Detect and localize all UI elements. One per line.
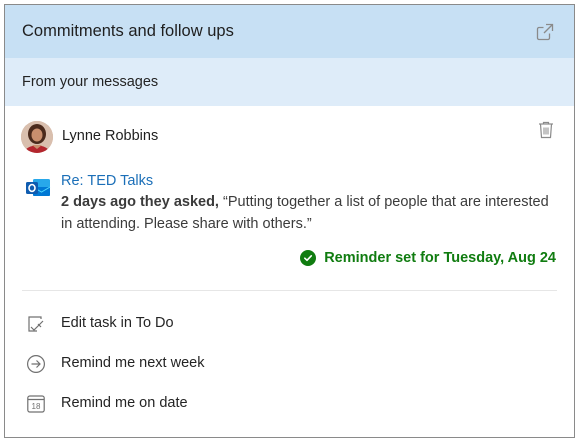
person-row: Lynne Robbins <box>5 119 574 155</box>
outlook-icon <box>25 177 51 199</box>
divider <box>22 290 557 291</box>
person-name: Lynne Robbins <box>62 128 159 144</box>
avatar <box>21 121 53 153</box>
edit-task-icon <box>26 314 46 334</box>
section-title: From your messages <box>22 74 159 90</box>
section-header: From your messages <box>5 58 574 106</box>
card-title: Commitments and follow ups <box>22 22 234 40</box>
message-subject-link[interactable]: Re: TED Talks <box>61 173 153 189</box>
edit-task-label: Edit task in To Do <box>61 315 174 331</box>
message-snippet: 2 days ago they asked, “Putting together… <box>61 192 561 235</box>
reminder-status: Reminder set for Tuesday, Aug 24 <box>300 250 556 266</box>
edit-task-button[interactable]: Edit task in To Do <box>5 310 574 338</box>
calendar-icon: 18 <box>26 394 46 414</box>
message-time: 2 days ago they asked, <box>61 194 219 210</box>
commitments-card: Commitments and follow ups From your mes… <box>4 4 575 438</box>
trash-icon[interactable] <box>537 120 555 140</box>
remind-on-date-button[interactable]: 18 Remind me on date <box>5 390 574 418</box>
arrow-right-circle-icon <box>26 354 46 374</box>
remind-on-date-label: Remind me on date <box>61 395 188 411</box>
calendar-day: 18 <box>32 402 41 411</box>
remind-next-week-button[interactable]: Remind me next week <box>5 350 574 378</box>
open-in-new-window-icon[interactable] <box>534 21 556 43</box>
remind-next-week-label: Remind me next week <box>61 355 205 371</box>
reminder-text: Reminder set for Tuesday, Aug 24 <box>324 250 556 266</box>
card-header: Commitments and follow ups <box>5 5 574 58</box>
checkmark-circle-icon <box>300 250 317 266</box>
